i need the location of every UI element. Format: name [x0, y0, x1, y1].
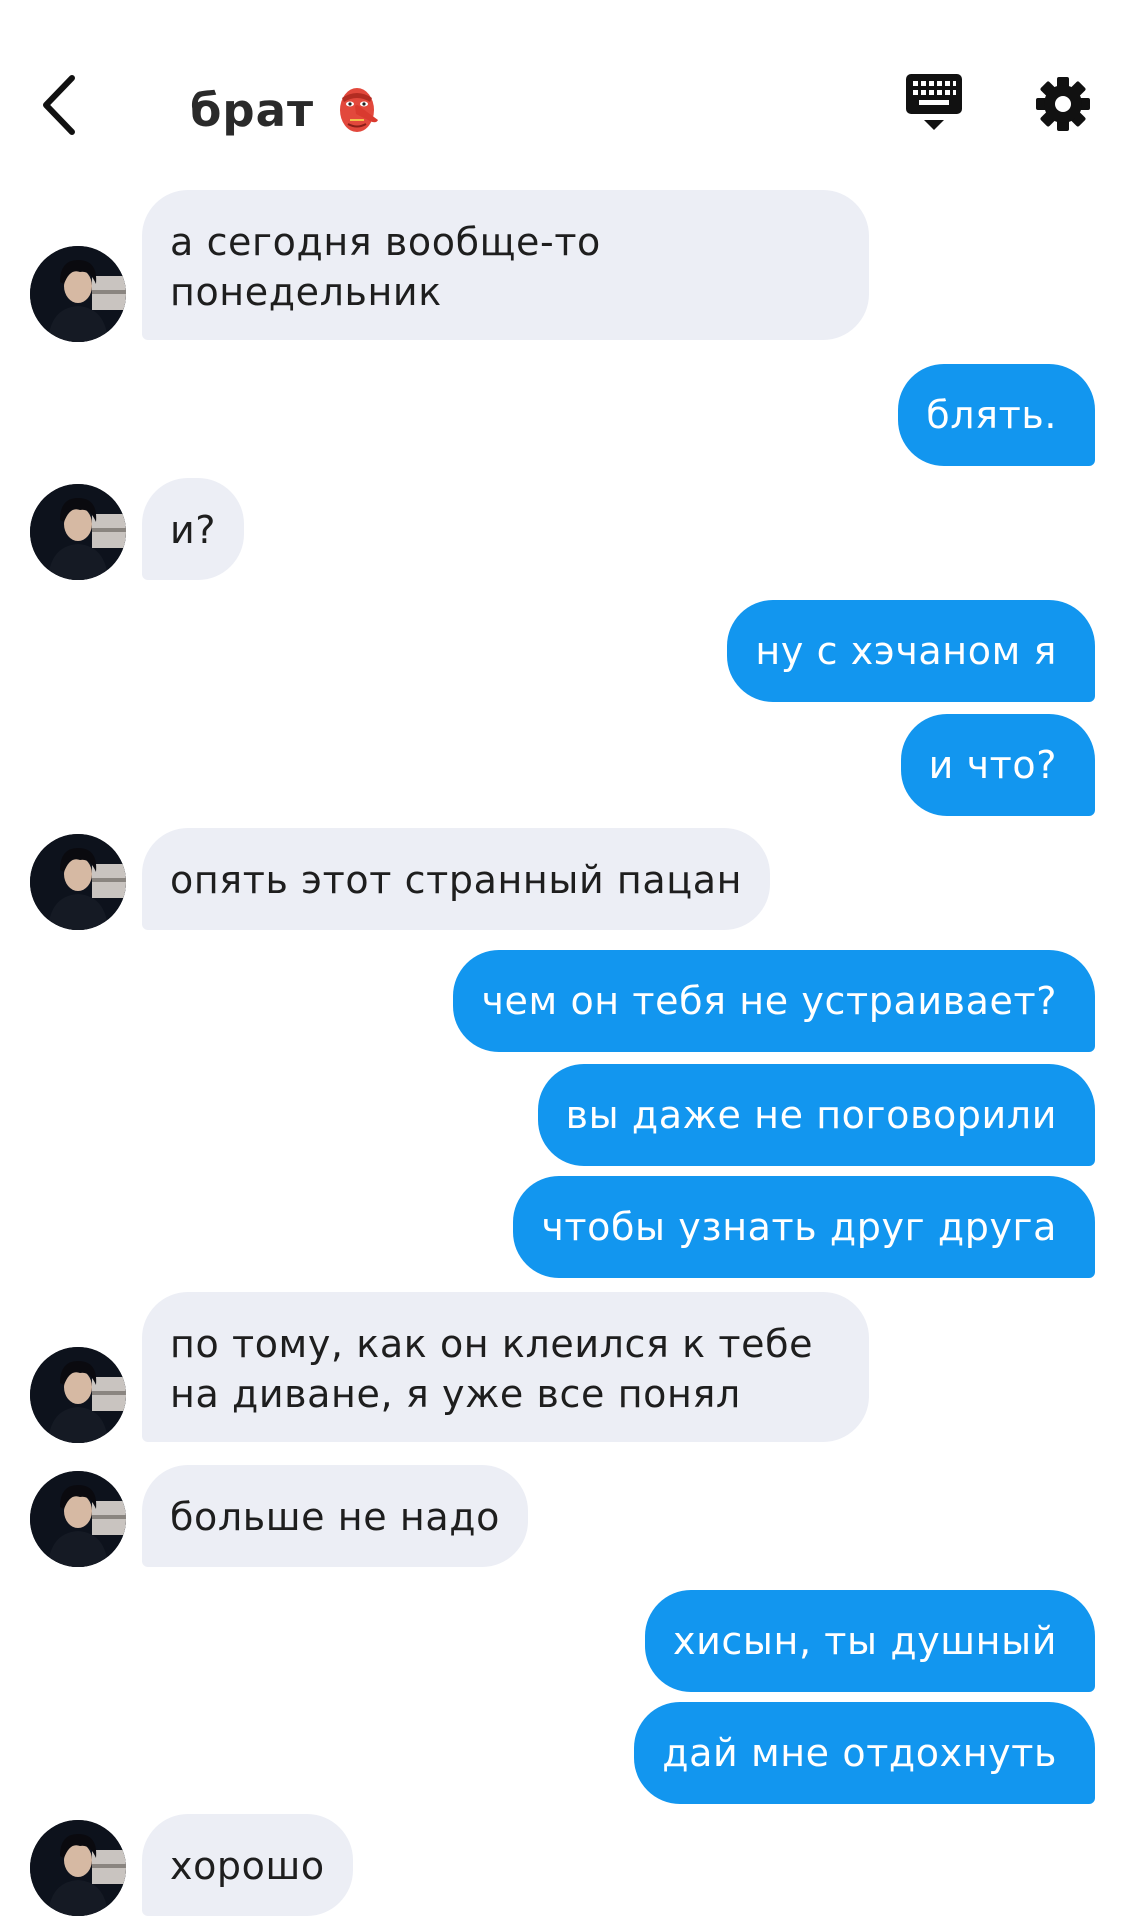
incoming-message[interactable]: и?: [142, 478, 245, 580]
chat-title: брат: [190, 83, 315, 137]
contact-avatar-photo: [30, 1471, 126, 1567]
incoming-message[interactable]: хорошо: [142, 1814, 353, 1916]
message-text: чем он тебя не устраивает?: [481, 979, 1057, 1023]
outgoing-message[interactable]: хисын, ты душный: [645, 1590, 1095, 1692]
outgoing-message[interactable]: ну с хэчаном я: [727, 600, 1095, 702]
avatar[interactable]: [30, 1820, 126, 1916]
message-text: хисын, ты душный: [673, 1619, 1057, 1663]
outgoing-message[interactable]: вы даже не поговорили: [537, 1064, 1095, 1166]
avatar[interactable]: [30, 484, 126, 580]
back-button[interactable]: [36, 70, 86, 140]
incoming-message[interactable]: опять этот странный пацан: [142, 828, 771, 930]
contact-avatar-photo: [30, 834, 126, 930]
chevron-left-icon: [43, 75, 75, 135]
incoming-message[interactable]: по тому, как он клеился к тебе на диване…: [142, 1292, 869, 1442]
contact-avatar-photo: [30, 246, 126, 342]
message-text: вы даже не поговорили: [565, 1093, 1057, 1137]
settings-button[interactable]: [1035, 76, 1091, 132]
message-text: и?: [170, 508, 217, 552]
outgoing-message[interactable]: и что?: [900, 714, 1095, 816]
outgoing-message[interactable]: чтобы узнать друг друга: [513, 1176, 1095, 1278]
message-text: по тому, как он клеился к тебе на диване…: [170, 1322, 814, 1416]
chat-title-area[interactable]: брат: [190, 80, 380, 140]
chat-header: брат: [0, 0, 1122, 190]
avatar[interactable]: [30, 1347, 126, 1443]
avatar[interactable]: [30, 834, 126, 930]
contact-avatar-photo: [30, 1820, 126, 1916]
message-text: а сегодня вообще-то понедельник: [170, 220, 601, 314]
message-text: дай мне отдохнуть: [662, 1731, 1057, 1775]
keyboard-toggle-button[interactable]: [905, 72, 963, 134]
message-text: опять этот странный пацан: [170, 858, 743, 902]
message-text: хорошо: [170, 1844, 325, 1888]
outgoing-message[interactable]: чем он тебя не устраивает?: [453, 950, 1095, 1052]
incoming-message[interactable]: а сегодня вообще-то понедельник: [142, 190, 869, 340]
contact-avatar-photo: [30, 1347, 126, 1443]
avatar[interactable]: [30, 1471, 126, 1567]
keyboard-icon: [906, 74, 962, 130]
message-text: больше не надо: [170, 1495, 500, 1539]
avatar[interactable]: [30, 246, 126, 342]
message-text: блять.: [926, 393, 1057, 437]
outgoing-message[interactable]: блять.: [898, 364, 1095, 466]
gear-icon: [1036, 77, 1090, 131]
incoming-message[interactable]: больше не надо: [142, 1465, 528, 1567]
message-text: и что?: [928, 743, 1057, 787]
goblin-mask-icon: [340, 88, 379, 132]
outgoing-message[interactable]: дай мне отдохнуть: [634, 1702, 1095, 1804]
message-text: ну с хэчаном я: [755, 629, 1057, 673]
message-text: чтобы узнать друг друга: [541, 1205, 1057, 1249]
contact-avatar-photo: [30, 484, 126, 580]
